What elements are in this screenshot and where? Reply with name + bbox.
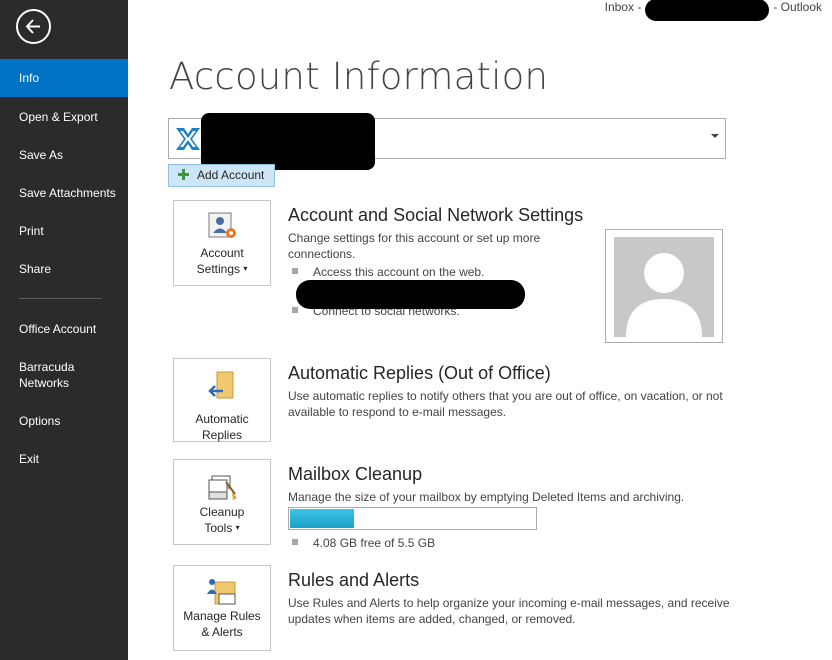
sidebar-item-label: Exit [19, 452, 40, 466]
redacted-account-name [201, 113, 375, 170]
sidebar-item-print[interactable]: Print [0, 223, 128, 239]
add-account-label: Add Account [197, 168, 265, 182]
sidebar-item-office-account[interactable]: Office Account [0, 321, 128, 337]
account-settings-description: Change settings for this account or set … [288, 231, 541, 261]
redacted-web-address [296, 280, 525, 309]
mailbox-usage-bar [288, 507, 537, 530]
back-button[interactable] [16, 9, 51, 44]
sidebar-item-options[interactable]: Options [0, 413, 128, 429]
account-settings-icon [208, 212, 236, 238]
automatic-replies-button[interactable]: Automatic Replies [173, 358, 271, 442]
account-settings-button[interactable]: Account Settings ▾ [173, 200, 271, 286]
mailbox-free-space: 4.08 GB free of 5.5 GB [313, 536, 436, 550]
sidebar-item-label: Save As [19, 148, 64, 162]
sidebar-item-exit[interactable]: Exit [0, 451, 128, 467]
sidebar-divider [19, 298, 102, 299]
sidebar-item-label: Share [19, 262, 52, 276]
bullet-icon [292, 307, 298, 313]
sidebar-item-save-attachments[interactable]: Save Attachments [0, 185, 128, 201]
web-access-link[interactable]: Access this account on the web. [313, 265, 484, 279]
redacted-mailbox-name [645, 0, 770, 21]
sidebar-item-label: Open & Export [19, 110, 98, 124]
exchange-icon [173, 124, 203, 154]
sidebar-item-label: Office Account [19, 322, 97, 336]
cleanup-tools-label: Cleanup Tools ▾ [195, 504, 249, 536]
manage-rules-icon [207, 579, 236, 605]
manage-rules-button[interactable]: Manage Rules & Alerts [173, 565, 271, 651]
automatic-replies-label: Automatic Replies [195, 412, 249, 442]
account-settings-label: Account Settings ▾ [192, 245, 252, 277]
person-silhouette-icon [626, 253, 702, 337]
sidebar-item-label: Options [19, 414, 61, 428]
profile-photo[interactable] [605, 229, 723, 343]
account-selector[interactable] [168, 113, 726, 170]
rules-alerts-title: Rules and Alerts [288, 570, 420, 590]
cleanup-tools-icon [208, 475, 237, 500]
window-title-suffix: - Outlook [773, 0, 822, 14]
chevron-down-icon[interactable] [711, 134, 719, 138]
account-settings-label-text: Account Settings [196, 246, 244, 276]
backstage-sidebar: Info Open & Export Save As Save Attachme… [0, 0, 128, 660]
photo-placeholder [614, 237, 714, 337]
mailbox-usage-fill [290, 509, 355, 528]
back-arrow-icon [25, 19, 40, 34]
chevron-down-icon: ▾ [243, 264, 248, 273]
rules-alerts-description: Use Rules and Alerts to help organize yo… [288, 596, 730, 626]
manage-rules-label: Manage Rules & Alerts [183, 609, 261, 639]
plus-icon [178, 169, 189, 180]
sidebar-item-barracuda-networks[interactable]: Barracuda Networks [0, 359, 100, 391]
sidebar-item-info[interactable]: Info [0, 59, 128, 97]
sidebar-item-label: Print [19, 224, 44, 238]
sidebar-item-label: Info [19, 71, 40, 85]
cleanup-tools-button[interactable]: Cleanup Tools ▾ [173, 459, 271, 545]
sidebar-item-share[interactable]: Share [0, 261, 128, 277]
account-settings-title: Account and Social Network Settings [288, 205, 584, 225]
window-title-prefix: Inbox - [604, 0, 642, 14]
sidebar-item-label: Save Attachments [19, 186, 116, 200]
window-title: Inbox - - Outlook [604, 0, 822, 21]
page-title: Account Information [169, 55, 549, 98]
sidebar-item-open-export[interactable]: Open & Export [0, 109, 128, 125]
sidebar-item-save-as[interactable]: Save As [0, 147, 128, 163]
bullet-icon [292, 268, 298, 274]
automatic-replies-description: Use automatic replies to notify others t… [288, 389, 723, 419]
automatic-replies-icon [208, 371, 234, 399]
sidebar-item-label: Barracuda Networks [19, 360, 75, 390]
chevron-down-icon: ▾ [235, 523, 240, 532]
bullet-icon [292, 539, 298, 545]
automatic-replies-title: Automatic Replies (Out of Office) [288, 363, 551, 383]
add-account-button[interactable]: Add Account [168, 164, 275, 187]
mailbox-cleanup-title: Mailbox Cleanup [288, 464, 423, 484]
mailbox-cleanup-description: Manage the size of your mailbox by empty… [288, 490, 685, 504]
